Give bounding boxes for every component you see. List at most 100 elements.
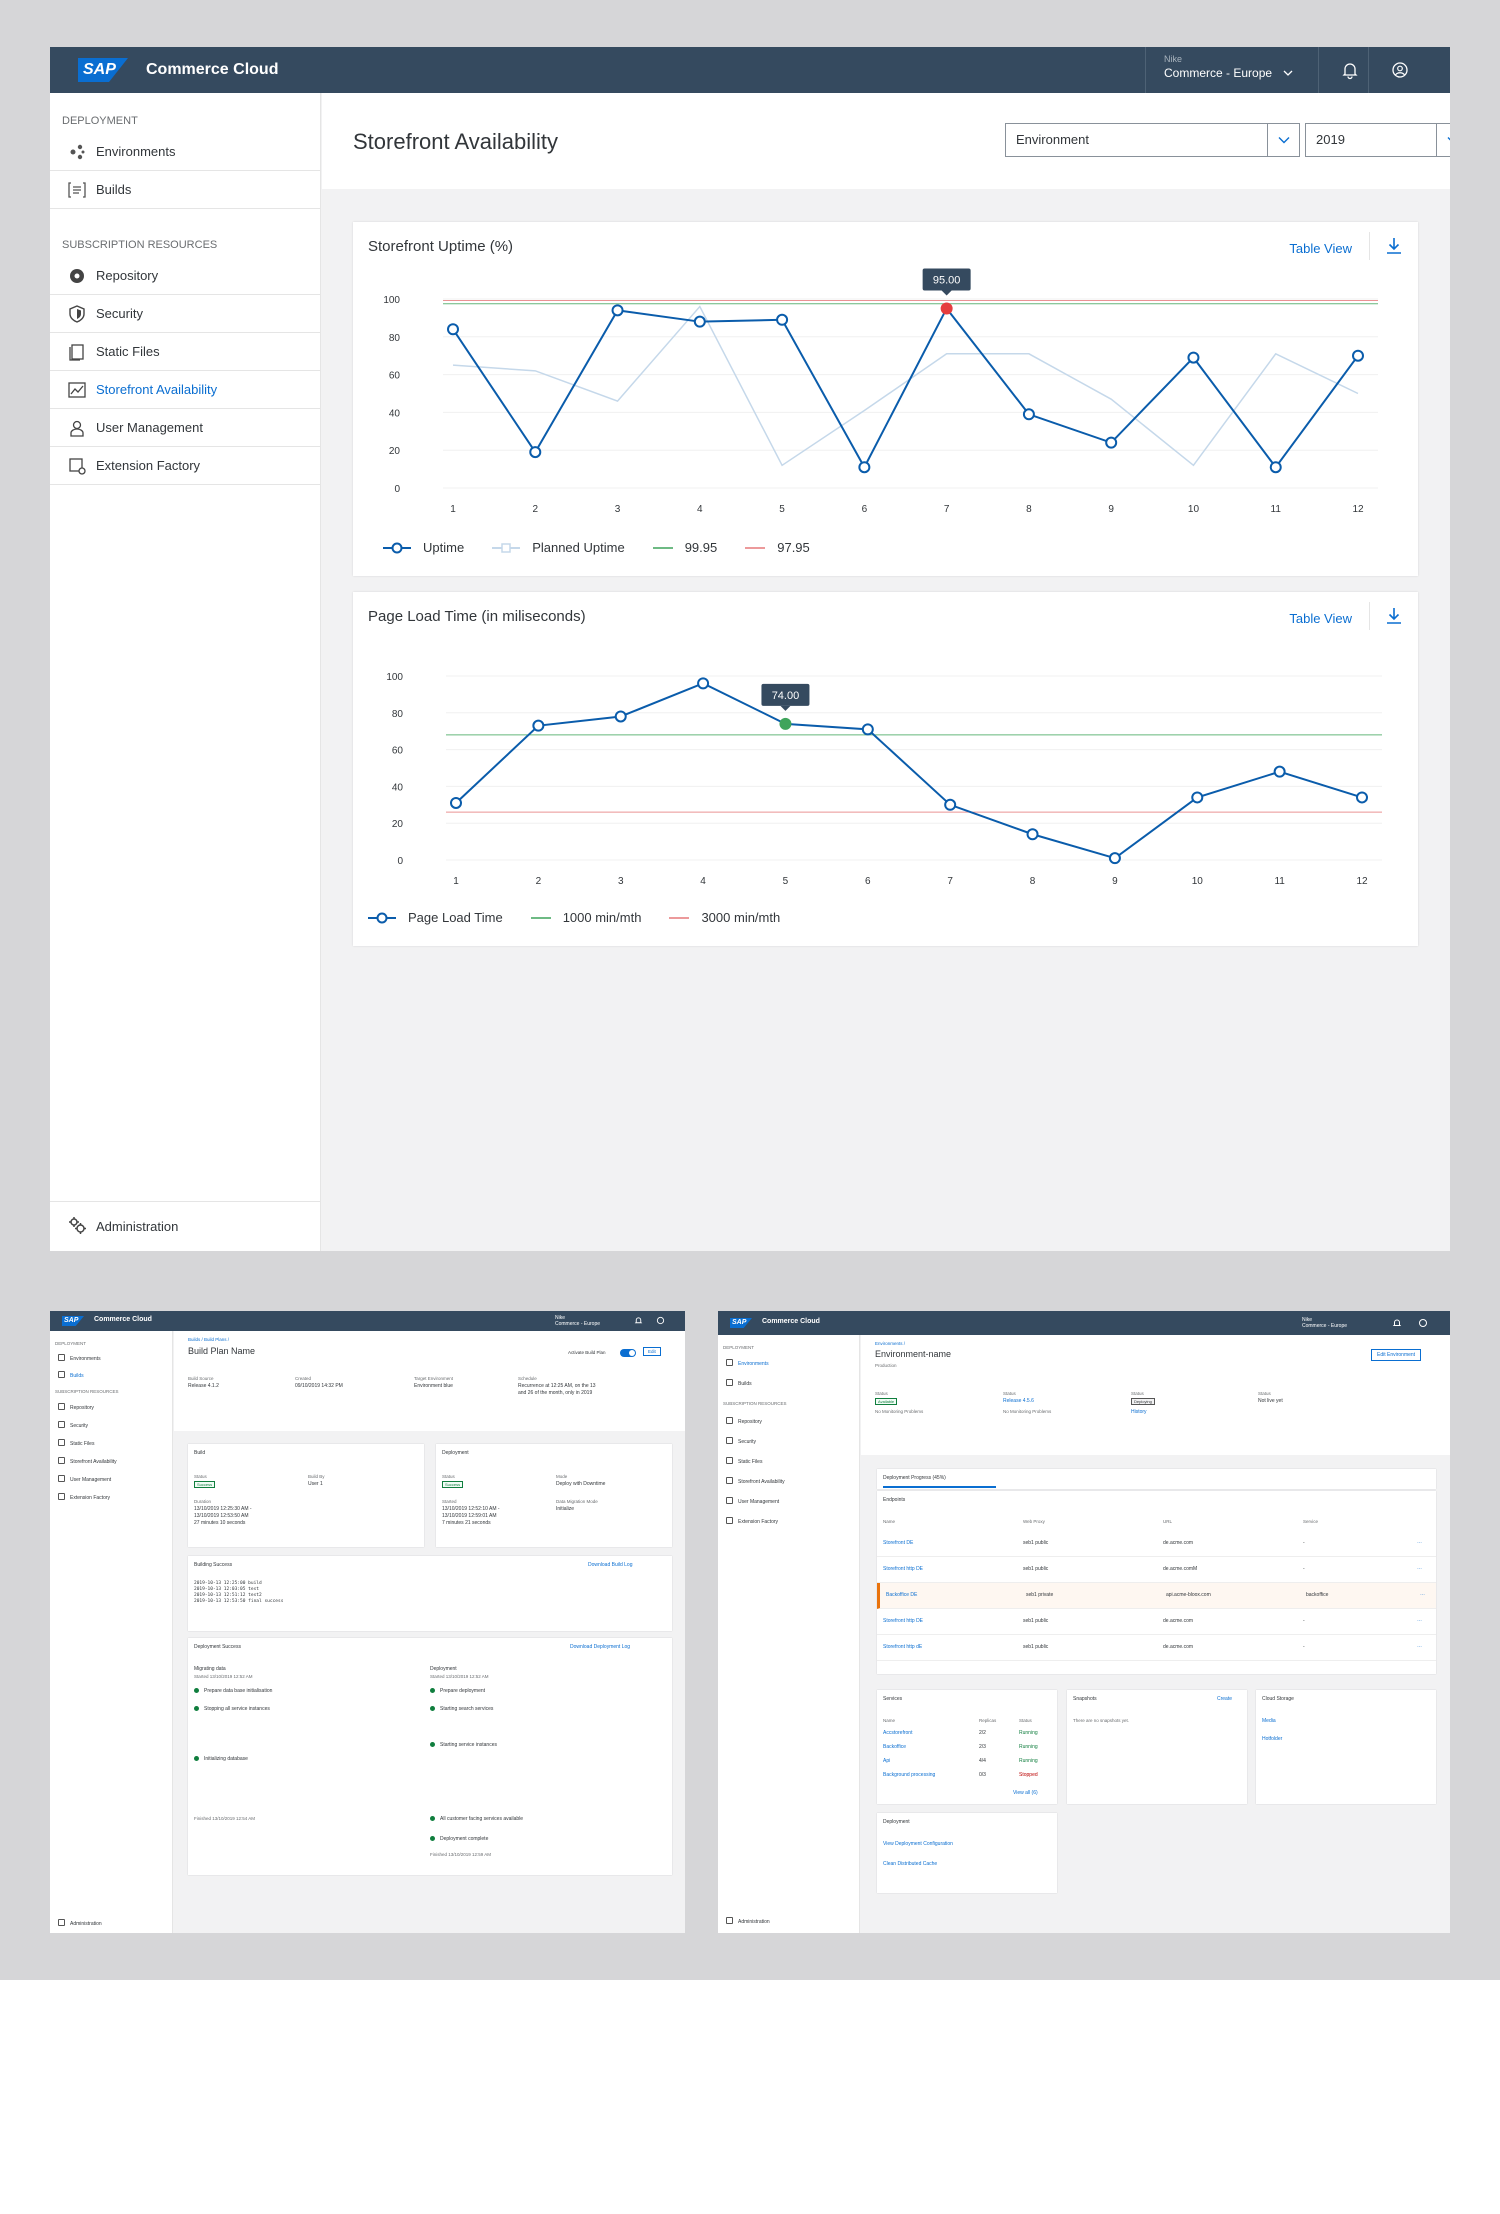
create-snapshot-link[interactable]: Create [1217,1696,1232,1702]
duration-value: 13/10/2019 12:25:30 AM - 13/10/2019 12:5… [194,1506,252,1526]
sap-logo[interactable]: SAP [78,58,128,82]
legend-item[interactable]: 1000 min/mth [530,910,641,925]
sidebar-item-environments[interactable]: Environments [726,1359,769,1367]
sidebar-item-storefront-availability[interactable]: Storefront Availability [726,1477,785,1485]
more-icon[interactable]: … [1420,1591,1425,1597]
sidebar-item-label: Repository [96,268,159,283]
more-icon[interactable]: … [1417,1643,1422,1649]
bell-icon[interactable] [634,1316,643,1325]
table-cell: Running [1019,1744,1038,1750]
bell-icon[interactable] [1340,60,1360,80]
sidebar-item-administration[interactable]: Administration [726,1917,770,1925]
sidebar-item-static-files[interactable]: Static Files [58,1439,94,1447]
sidebar-item-environments[interactable]: Environments [58,1354,101,1362]
view-all-link[interactable]: View all (6) [1013,1790,1038,1796]
sidebar-item-repository[interactable]: Repository [726,1417,762,1425]
table-cell[interactable]: Storefront http dE [883,1644,922,1650]
sidebar-item-builds[interactable]: Builds [726,1379,752,1387]
y-tick-label: 40 [392,782,404,793]
cloud-storage-link[interactable]: Hotfolder [1262,1736,1282,1742]
clean-cache-link[interactable]: Clean Distributed Cache [883,1861,937,1867]
legend-item[interactable]: 97.95 [745,540,810,555]
legend-label: Page Load Time [408,910,503,925]
activate-toggle[interactable] [620,1349,636,1357]
user-profile-icon[interactable] [1390,60,1410,80]
sidebar-item-user-management[interactable]: User Management [726,1497,779,1505]
sidebar-item-storefront-availability[interactable]: Storefront Availability [58,1457,117,1465]
sidebar-item-extension-factory[interactable]: Extension Factory [50,447,321,485]
sidebar-item-administration[interactable]: Administration [50,1201,321,1251]
year-select[interactable]: 2019 [1305,123,1450,157]
account-switcher[interactable]: Nike Commerce - Europe [1164,54,1293,80]
sidebar-item-security[interactable]: Security [58,1421,88,1429]
sidebar-item-administration[interactable]: Administration [58,1919,102,1927]
page-title: Storefront Availability [353,129,559,154]
sidebar-item-environments[interactable]: Environments [50,133,321,171]
endpoint-row[interactable]: Storefront http DE seb1 public de.acme.com… [877,1609,1436,1635]
table-cell[interactable]: Api [883,1758,890,1764]
bell-icon[interactable] [1392,1318,1402,1328]
legend-swatch-planned-uptime [492,542,521,553]
x-tick-label: 6 [862,504,868,515]
legend-item[interactable]: Uptime [383,540,464,555]
table-cell[interactable]: Accstorefront [883,1730,912,1736]
sidebar-item-extension-factory[interactable]: Extension Factory [58,1493,110,1501]
table-cell[interactable]: Storefront DE [883,1540,913,1546]
deployment-card: Deployment Status Success Mode Deploy wi… [436,1444,672,1547]
sidebar-item-repository[interactable]: Repository [50,257,321,295]
legend-item[interactable]: Page Load Time [368,910,503,925]
cloud-storage-link[interactable]: Media [1262,1718,1276,1724]
account-switcher[interactable]: Nike Commerce - Europe [1302,1317,1347,1329]
download-build-log-link[interactable]: Download Build Log [588,1562,632,1568]
table-cell[interactable]: Backoffice DE [886,1592,917,1598]
deployment-log-card: Deployment Success Download Deployment L… [188,1638,672,1875]
sidebar-item-builds[interactable]: Builds [58,1371,84,1379]
sidebar-item-builds[interactable]: Builds [50,171,321,209]
sidebar-item-user-management[interactable]: User Management [58,1475,111,1483]
breadcrumb[interactable]: Environments / [875,1341,905,1346]
table-cell[interactable]: Backoffice [883,1744,906,1750]
more-icon[interactable]: … [1417,1565,1422,1571]
table-cell: - [1303,1566,1305,1572]
more-icon[interactable]: … [1417,1617,1422,1623]
sidebar-item-storefront-availability[interactable]: Storefront Availability [50,371,321,409]
table-cell[interactable]: Storefront http DE [883,1566,923,1572]
legend-item[interactable]: 3000 min/mth [669,910,780,925]
legend-item[interactable]: 99.95 [652,540,717,555]
sidebar-item-user-management[interactable]: User Management [50,409,321,447]
edit-environment-button[interactable]: Edit Environment [1371,1349,1422,1361]
endpoint-row[interactable]: Backoffice DE seb1 private api.acme-bloox.… [877,1583,1436,1609]
sidebar-item-static-files[interactable]: Static Files [50,333,321,371]
endpoint-row[interactable]: Storefront http dE seb1 public de.acme.com… [877,1635,1436,1661]
environment-select[interactable]: Environment [1005,123,1300,157]
sidebar-item-security[interactable]: Security [50,295,321,333]
endpoint-row[interactable]: Storefront http DE seb1 public de.acme.com… [877,1557,1436,1583]
edit-button[interactable]: Edit [643,1347,661,1356]
legend-item[interactable]: Planned Uptime [492,540,625,555]
table-cell[interactable]: Background processing [883,1772,935,1778]
sidebar-item-security[interactable]: Security [726,1437,756,1445]
started-value: 13/10/2019 12:52:10 AM - 13/10/2019 12:5… [442,1506,500,1526]
user-profile-icon[interactable] [656,1316,665,1325]
deployment-config-link[interactable]: View Deployment Configuration [883,1841,953,1847]
data-point [1105,436,1118,449]
tooltip-pointer [780,705,791,711]
sidebar-item-extension-factory[interactable]: Extension Factory [726,1517,778,1525]
breadcrumb[interactable]: Builds / Build Plans / [188,1337,229,1342]
user-profile-icon[interactable] [1418,1318,1428,1328]
progress-bar [883,1486,996,1488]
history-link[interactable]: History [1131,1409,1147,1415]
more-icon[interactable]: … [1417,1539,1422,1545]
deployment-progress-card: Deployment Progress (45%) [877,1469,1436,1489]
download-deployment-log-link[interactable]: Download Deployment Log [570,1644,630,1650]
chevron-down-icon[interactable] [1267,124,1299,156]
table-cell[interactable]: Storefront http DE [883,1618,923,1624]
x-tick-label: 3 [615,504,621,515]
release-link[interactable]: Release 4.5.6 [1003,1398,1034,1404]
endpoint-row[interactable]: Storefront DE seb1 public de.acme.com -… [877,1531,1436,1557]
sidebar-item-static-files[interactable]: Static Files [726,1457,762,1465]
sidebar-item-repository[interactable]: Repository [58,1403,94,1411]
chevron-down-icon[interactable] [1436,124,1450,156]
data-point [1108,852,1121,865]
account-switcher[interactable]: Nike Commerce - Europe [555,1315,600,1327]
